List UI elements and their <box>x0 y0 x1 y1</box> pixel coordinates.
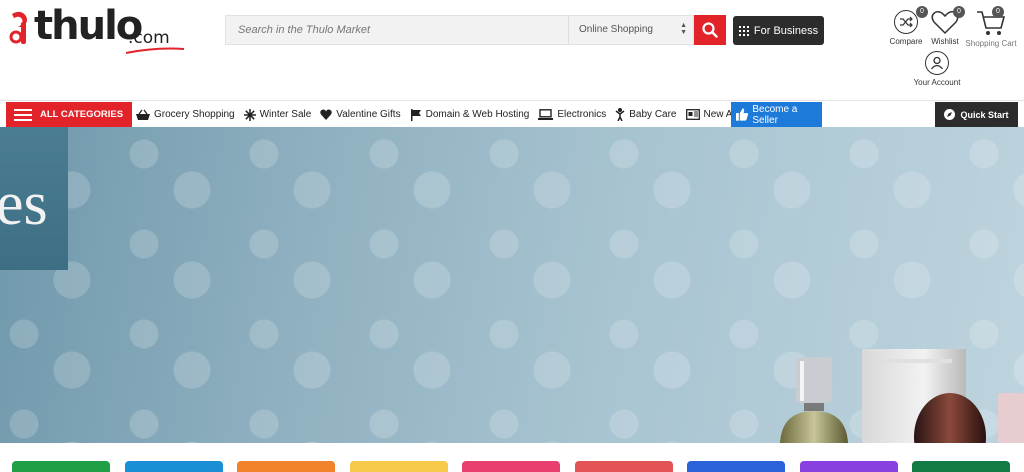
nav-item-label: Winter Sale <box>259 109 312 120</box>
category-tile[interactable] <box>462 461 560 472</box>
all-categories-button[interactable]: ALL CATEGORIES <box>6 102 132 127</box>
grid-icon <box>738 25 749 36</box>
category-tile[interactable] <box>800 461 898 472</box>
become-seller-button[interactable]: Become a Seller <box>731 102 822 127</box>
nav-item-label: Grocery Shopping <box>154 109 235 120</box>
nav-item-baby-care[interactable]: Baby Care <box>615 108 677 121</box>
nav-item-label: Electronics <box>557 109 607 120</box>
logo-wordmark: thulo <box>34 3 143 49</box>
wishlist-label: Wishlist <box>931 37 959 46</box>
search-category-value: Online Shopping <box>579 24 653 35</box>
category-tile[interactable] <box>687 461 785 472</box>
logo-swoosh-icon <box>126 47 184 54</box>
category-tile[interactable] <box>350 461 448 472</box>
category-tiles-row <box>0 443 1024 472</box>
shopping-cart-link[interactable]: 0 Shopping Cart <box>964 6 1018 48</box>
nav-item-winter-sale[interactable]: Winter Sale <box>243 108 312 121</box>
all-categories-label: ALL CATEGORIES <box>40 109 124 120</box>
search-icon <box>702 22 718 38</box>
nav-item-label: Valentine Gifts <box>336 109 401 120</box>
search-button[interactable] <box>694 15 726 45</box>
thumbs-up-icon <box>736 108 749 121</box>
compare-count: 0 <box>916 6 928 18</box>
account-link[interactable]: Your Account <box>908 51 966 87</box>
shuffle-icon <box>894 10 918 34</box>
user-icon <box>925 51 949 75</box>
search-input[interactable] <box>225 15 568 45</box>
hero-banner[interactable]: es <box>0 127 1024 443</box>
compare-link[interactable]: 0 Compare <box>887 6 928 46</box>
logo-suffix: .com <box>128 28 170 48</box>
search-category-select[interactable]: Online Shopping ▲ ▼ <box>568 15 694 45</box>
newspaper-icon <box>685 109 700 120</box>
thulo-logo[interactable]: thulo .com <box>8 3 184 54</box>
compass-icon <box>944 109 956 120</box>
quick-start-button[interactable]: Quick Start <box>935 102 1018 127</box>
logo-mark-icon <box>9 11 27 44</box>
category-tile[interactable] <box>575 461 673 472</box>
category-tile[interactable] <box>12 461 110 472</box>
heart-icon <box>320 109 333 120</box>
banner-title-box: es <box>0 127 68 270</box>
banner-title-text: es <box>0 170 48 238</box>
snowflake-icon <box>243 108 256 121</box>
site-header: thulo .com Online Shopping ▲▼ For Busine… <box>0 0 1024 100</box>
wishlist-link[interactable]: 0 Wishlist <box>928 6 965 46</box>
basket-icon <box>136 109 150 120</box>
hamburger-icon <box>14 108 32 121</box>
compare-label: Compare <box>889 37 923 46</box>
cart-label: Shopping Cart <box>965 39 1017 48</box>
nav-item-domain-hosting[interactable]: Domain & Web Hosting <box>410 108 530 121</box>
nav-item-label: Baby Care <box>629 109 677 120</box>
become-seller-label: Become a Seller <box>752 103 798 126</box>
nav-item-label: Domain & Web Hosting <box>425 109 530 120</box>
nav-item-grocery[interactable]: Grocery Shopping <box>136 109 235 121</box>
baby-icon <box>615 108 625 121</box>
quick-start-label: Quick Start <box>960 109 1009 120</box>
for-business-label: For Business <box>753 24 819 37</box>
account-label: Your Account <box>913 78 961 87</box>
category-tile[interactable] <box>237 461 335 472</box>
search-bar: Online Shopping ▲▼ <box>225 15 726 45</box>
select-arrows-icon: ▲ ▼ <box>680 22 687 36</box>
nav-item-electronics[interactable]: Electronics <box>538 109 606 120</box>
nav-item-valentine[interactable]: Valentine Gifts <box>320 109 401 120</box>
nav-links: Grocery Shopping Winter Sale Valentine G… <box>136 102 768 127</box>
cart-count: 0 <box>992 6 1004 18</box>
laptop-icon <box>538 109 554 120</box>
flag-icon <box>410 108 421 121</box>
category-tile[interactable] <box>125 461 223 472</box>
for-business-button[interactable]: For Business <box>733 16 824 45</box>
category-tile[interactable] <box>912 461 1010 472</box>
category-nav: ALL CATEGORIES Grocery Shopping Winter S… <box>0 100 1024 127</box>
perfume-bottles-image <box>780 349 1024 443</box>
